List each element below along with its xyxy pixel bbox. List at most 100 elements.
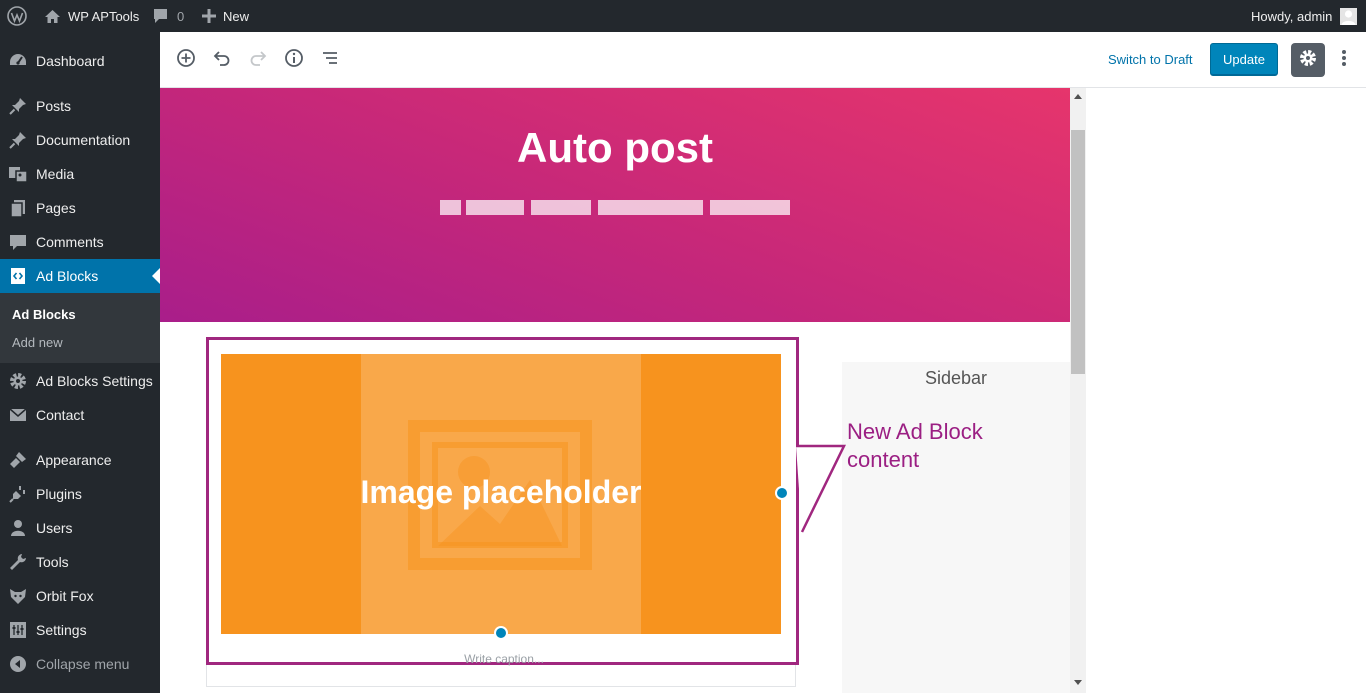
sidebar-item-contact[interactable]: Contact [0,398,160,432]
update-button[interactable]: Update [1210,43,1278,76]
sidebar-item-posts[interactable]: Posts [0,89,160,123]
gear-icon [8,371,28,391]
wrench-icon [8,552,28,572]
image-block[interactable]: Image placeholder Write caption... [206,337,799,666]
sidebar-item-pages[interactable]: Pages [0,191,160,225]
undo-icon [212,48,232,73]
image-placeholder-text: Image placeholder [360,474,642,510]
post-meta-placeholder [598,200,703,215]
post-meta-placeholder [710,200,790,215]
sidebar-item-media[interactable]: Media [0,157,160,191]
undo-button[interactable] [210,48,234,72]
site-home-link[interactable]: WP APTools [44,0,139,32]
my-account-link[interactable]: Howdy, admin [1251,0,1358,32]
pages-icon [8,198,28,218]
howdy-text: Howdy, admin [1251,8,1333,24]
new-label: New [223,8,250,24]
editor-toolbar: Switch to Draft Update [160,32,1366,88]
sidebar-item-dashboard[interactable]: Dashboard [0,44,160,78]
callout-line-2: content [847,447,920,472]
media-icon [8,164,28,184]
sidebar-item-label: Plugins [36,486,82,502]
user-icon [8,518,28,538]
sidebar-item-label: Settings [36,622,87,638]
switch-to-draft-button[interactable]: Switch to Draft [1108,52,1193,67]
resize-handle-bottom[interactable] [494,626,508,640]
sidebar-item-ad-blocks-settings[interactable]: Ad Blocks Settings [0,364,160,398]
sidebar-item-users[interactable]: Users [0,511,160,545]
dashboard-icon [8,51,28,71]
sidebar-item-settings[interactable]: Settings [0,613,160,647]
sidebar-widget-area: Sidebar [842,362,1070,693]
avatar [1340,7,1358,25]
new-content-link[interactable]: New [202,0,249,32]
current-menu-arrow [152,268,160,284]
home-icon [44,9,61,24]
settings-toggle-button[interactable] [1291,43,1325,77]
sidebar-item-label: Dashboard [36,53,105,69]
settings-sliders-icon [8,620,28,640]
sidebar-item-label: Media [36,166,75,182]
editor-content: Auto post Image placeholder Write captio… [160,88,1070,693]
redo-button[interactable] [246,48,270,72]
block-outline [206,665,796,687]
post-title[interactable]: Auto post [160,124,1070,172]
list-icon [320,48,340,73]
sidebar-item-label: Ad Blocks Settings [36,373,153,389]
wordpress-logo-icon[interactable] [7,0,27,32]
sidebar-item-ad-blocks[interactable]: Ad Blocks [0,259,160,293]
plug-icon [8,484,28,504]
more-vertical-icon [1341,49,1347,72]
caption-input[interactable]: Write caption... [209,652,799,666]
collapse-icon [8,654,28,674]
submenu-item-ad-blocks[interactable]: Ad Blocks [12,307,76,322]
comment-icon [8,232,28,252]
block-navigation-button[interactable] [318,48,342,72]
editor-scrollbar[interactable] [1070,88,1086,693]
sidebar-item-label: Contact [36,407,85,423]
post-header-hero: Auto post [160,88,1070,322]
sidebar-item-label: Pages [36,200,76,216]
pin-icon [8,130,28,150]
envelope-icon [8,405,28,425]
gear-icon [1298,48,1318,73]
post-meta-placeholder [466,200,524,215]
image-placeholder[interactable]: Image placeholder [221,354,781,634]
post-meta-placeholder [440,200,461,215]
sidebar-item-label: Documentation [36,132,131,148]
sidebar-item-label: Comments [36,234,104,250]
admin-sidebar: Dashboard Posts Documentation Media Page… [0,32,160,693]
sidebar-item-documentation[interactable]: Documentation [0,123,160,157]
redo-icon [248,48,268,73]
scrollbar-thumb[interactable] [1071,130,1085,374]
content-info-button[interactable] [282,48,306,72]
submenu-item-add-new[interactable]: Add new [12,335,63,350]
sidebar-item-label: Tools [36,554,69,570]
add-block-button[interactable] [174,48,198,72]
brush-icon [8,450,28,470]
scroll-up-arrow-icon[interactable] [1074,94,1082,99]
callout-pointer [796,444,847,533]
callout-line-1: New Ad Block [847,419,983,444]
sidebar-item-tools[interactable]: Tools [0,545,160,579]
sidebar-item-label: Ad Blocks [36,268,99,284]
site-name: WP APTools [68,8,140,24]
collapse-menu-button[interactable]: Collapse menu [0,647,160,681]
sidebar-item-orbit-fox[interactable]: Orbit Fox [0,579,160,613]
comments-count: 0 [177,8,185,24]
fox-icon [8,586,28,606]
sidebar-item-plugins[interactable]: Plugins [0,477,160,511]
resize-handle-right[interactable] [775,486,789,500]
sidebar-item-label: Collapse menu [36,656,130,672]
sidebar-item-label: Appearance [36,452,112,468]
admin-bar: WP APTools 0 New Howdy, admin [0,0,1366,32]
callout-text: New Ad Block content [847,418,983,474]
plus-circle-icon [176,48,196,73]
plus-icon [202,9,216,23]
comments-link[interactable]: 0 [152,0,184,32]
sidebar-item-comments[interactable]: Comments [0,225,160,259]
sidebar-item-appearance[interactable]: Appearance [0,443,160,477]
scroll-down-arrow-icon[interactable] [1074,680,1082,685]
comment-icon [152,8,169,24]
more-tools-button[interactable] [1334,48,1354,72]
